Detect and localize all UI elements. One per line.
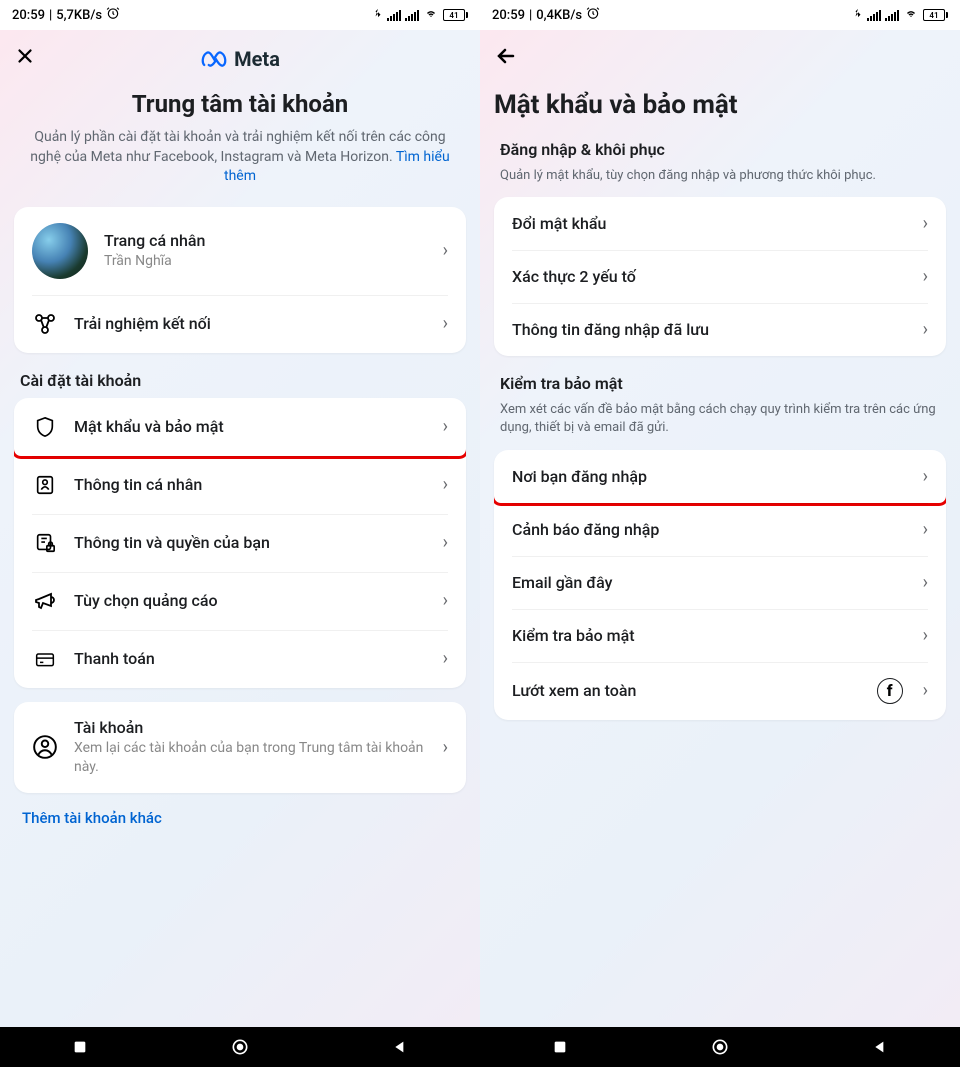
chevron-right-icon: › — [443, 416, 448, 437]
status-time: 20:59 — [12, 8, 45, 23]
chevron-right-icon: › — [443, 590, 448, 611]
wifi-icon — [423, 7, 439, 23]
add-account-link[interactable]: Thêm tài khoản khác — [14, 793, 466, 827]
password-security-row[interactable]: Mật khẩu và bảo mật › — [14, 398, 466, 459]
where-logged-in-row[interactable]: Nơi bạn đăng nhập › — [494, 450, 946, 506]
chevron-right-icon: › — [443, 240, 448, 261]
signal-icon — [867, 9, 881, 21]
section-label: Cài đặt tài khoản — [20, 371, 466, 390]
chevron-right-icon: › — [923, 466, 928, 487]
chevron-right-icon: › — [443, 474, 448, 495]
screen-password-security: 20:59 | 0,4KB/s 41 Mật khẩu và bảo mật Đ… — [480, 0, 960, 1027]
nav-recent-icon[interactable] — [70, 1037, 90, 1057]
nav-home-icon[interactable] — [230, 1037, 250, 1057]
megaphone-icon — [32, 588, 58, 614]
personal-info-row[interactable]: Thông tin cá nhân › — [14, 456, 466, 514]
page-title: Trung tâm tài khoản — [14, 90, 466, 118]
bluetooth-icon — [373, 6, 383, 24]
chevron-right-icon: › — [923, 572, 928, 593]
chevron-right-icon: › — [923, 680, 928, 701]
file-lock-icon — [32, 530, 58, 556]
id-card-icon — [32, 472, 58, 498]
chevron-right-icon: › — [443, 648, 448, 669]
signal-icon — [387, 9, 401, 21]
chevron-right-icon: › — [923, 625, 928, 646]
wifi-icon — [903, 7, 919, 23]
chevron-right-icon: › — [923, 519, 928, 540]
nav-home-icon[interactable] — [710, 1037, 730, 1057]
profile-name: Trần Nghĩa — [104, 252, 427, 271]
facebook-icon: f — [877, 678, 903, 704]
safe-browsing-row[interactable]: Lướt xem an toàn f › — [494, 662, 946, 720]
user-circle-icon — [32, 734, 58, 760]
status-bar: 20:59 | 5,7KB/s 41 — [0, 0, 480, 30]
nav-recent-icon[interactable] — [550, 1037, 570, 1057]
alarm-icon — [106, 6, 120, 24]
payment-row[interactable]: Thanh toán › — [14, 630, 466, 688]
profile-title: Trang cá nhân — [104, 231, 427, 250]
security-checkup-row[interactable]: Kiểm tra bảo mật › — [494, 609, 946, 662]
info-permissions-row[interactable]: Thông tin và quyền của bạn › — [14, 514, 466, 572]
section-sub: Xem xét các vấn đề bảo mật bằng cách chạ… — [500, 401, 946, 437]
page-subtitle: Quản lý phần cài đặt tài khoản và trải n… — [14, 128, 466, 187]
alarm-icon — [586, 6, 600, 24]
screen-accounts-center: 20:59 | 5,7KB/s 41 Meta — [0, 0, 480, 1027]
chevron-right-icon: › — [443, 737, 448, 758]
avatar — [32, 223, 88, 279]
page-title: Mật khẩu và bảo mật — [494, 90, 946, 120]
android-nav-bar — [0, 1027, 960, 1067]
nav-back-icon[interactable] — [390, 1037, 410, 1057]
section-label: Đăng nhập & khôi phục — [500, 140, 946, 159]
saved-login-row[interactable]: Thông tin đăng nhập đã lưu › — [494, 303, 946, 356]
two-factor-row[interactable]: Xác thực 2 yếu tố › — [494, 250, 946, 303]
section-label: Kiểm tra bảo mật — [500, 374, 946, 393]
battery-icon: 41 — [923, 9, 948, 21]
signal-icon — [405, 9, 419, 21]
back-icon[interactable] — [494, 44, 518, 74]
battery-icon: 41 — [443, 9, 468, 21]
status-bar: 20:59 | 0,4KB/s 41 — [480, 0, 960, 30]
chevron-right-icon: › — [923, 319, 928, 340]
section-sub: Quản lý mật khẩu, tùy chọn đăng nhập và … — [500, 167, 946, 185]
signal-icon — [885, 9, 899, 21]
login-alerts-row[interactable]: Cảnh báo đăng nhập › — [494, 503, 946, 556]
close-icon[interactable] — [14, 45, 36, 73]
shield-icon — [32, 414, 58, 440]
meta-logo: Meta — [200, 47, 280, 71]
chevron-right-icon: › — [443, 532, 448, 553]
chevron-right-icon: › — [923, 213, 928, 234]
status-netspeed: 5,7KB/s — [56, 8, 102, 23]
bluetooth-icon — [853, 6, 863, 24]
accounts-row[interactable]: Tài khoản Xem lại các tài khoản của bạn … — [14, 702, 466, 793]
chevron-right-icon: › — [923, 266, 928, 287]
credit-card-icon — [32, 646, 58, 672]
profile-row[interactable]: Trang cá nhân Trần Nghĩa › — [14, 207, 466, 295]
ad-preferences-row[interactable]: Tùy chọn quảng cáo › — [14, 572, 466, 630]
status-time: 20:59 — [492, 8, 525, 23]
connected-experiences-row[interactable]: Trải nghiệm kết nối › — [14, 295, 466, 353]
change-password-row[interactable]: Đổi mật khẩu › — [494, 197, 946, 250]
status-netspeed: 0,4KB/s — [536, 8, 582, 23]
recent-emails-row[interactable]: Email gần đây › — [494, 556, 946, 609]
chevron-right-icon: › — [443, 313, 448, 334]
connected-icon — [32, 311, 58, 337]
nav-back-icon[interactable] — [870, 1037, 890, 1057]
